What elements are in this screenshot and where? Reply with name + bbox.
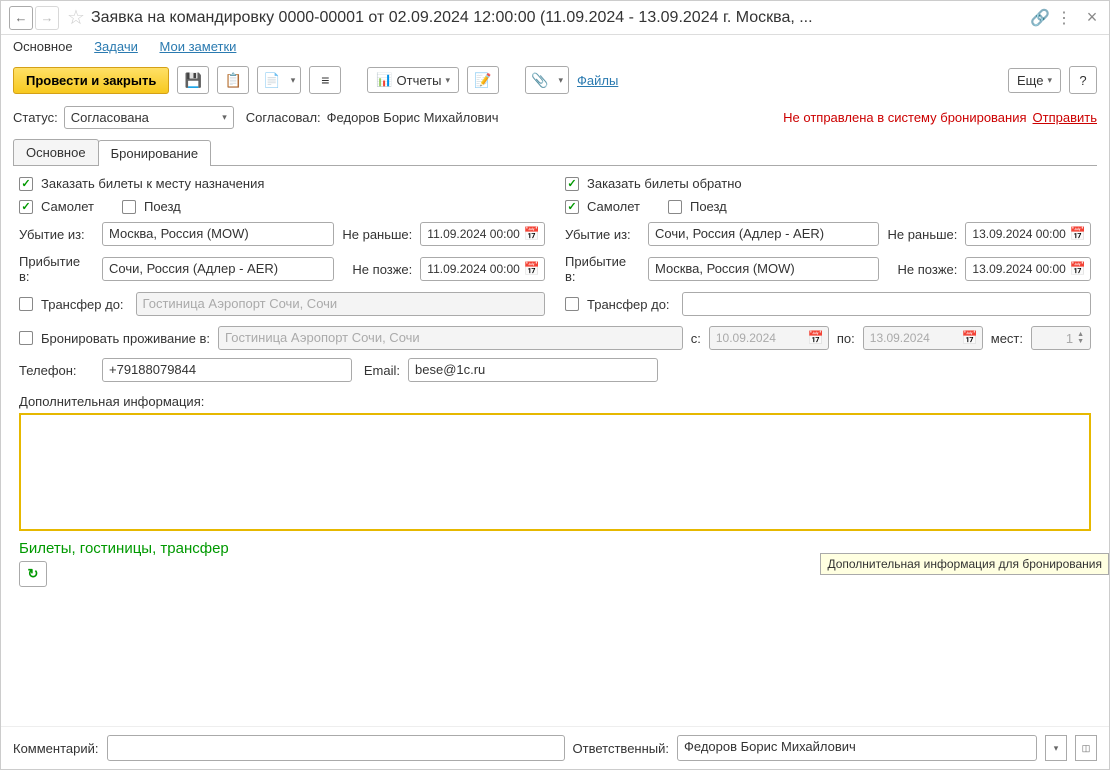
out-order-tickets-checkbox[interactable] — [19, 177, 33, 191]
ret-transfer-input[interactable] — [682, 292, 1091, 316]
calendar-icon[interactable]: 📅 — [524, 226, 540, 242]
calendar-icon: 📅 — [962, 330, 978, 346]
phone-input[interactable]: +79188079844 — [102, 358, 352, 382]
accom-from-date: 10.09.2024📅 — [709, 326, 829, 350]
ret-arrive-input[interactable]: Москва, Россия (MOW) — [648, 257, 879, 281]
list-button[interactable]: ≡ — [309, 66, 341, 94]
responsible-input[interactable]: Федоров Борис Михайлович — [677, 735, 1037, 761]
files-link[interactable]: Файлы — [577, 73, 618, 88]
status-select[interactable]: Согласована▾ — [64, 106, 234, 129]
close-icon[interactable]: × — [1083, 9, 1101, 27]
ret-plane-checkbox[interactable] — [565, 200, 579, 214]
responsible-dropdown[interactable]: ▾ — [1045, 735, 1067, 761]
accom-checkbox[interactable] — [19, 331, 33, 345]
addinfo-textarea[interactable] — [19, 413, 1091, 531]
comment-label: Комментарий: — [13, 741, 99, 756]
responsible-label: Ответственный: — [573, 741, 669, 756]
tooltip: Дополнительная информация для бронирован… — [820, 553, 1109, 575]
addinfo-label: Дополнительная информация: — [19, 394, 1091, 409]
save-button[interactable]: 💾 — [177, 66, 209, 94]
more-button[interactable]: Еще ▾ — [1008, 68, 1061, 93]
out-max-date[interactable]: 11.09.2024 00:00📅 — [420, 257, 545, 281]
accom-to-date: 13.09.2024📅 — [863, 326, 983, 350]
create-based-on-button[interactable]: 📄▾ — [257, 66, 301, 94]
calendar-icon[interactable]: 📅 — [524, 261, 540, 277]
refresh-button[interactable]: ↻ — [19, 561, 47, 587]
send-link[interactable]: Отправить — [1033, 110, 1097, 125]
ret-transfer-checkbox[interactable] — [565, 297, 579, 311]
post-button[interactable]: 📋 — [217, 66, 249, 94]
accom-places: 1 ▲▼ — [1031, 326, 1091, 350]
out-plane-checkbox[interactable] — [19, 200, 33, 214]
out-transfer-input: Гостиница Аэропорт Сочи, Сочи — [136, 292, 545, 316]
responsible-open[interactable]: ◫ — [1075, 735, 1097, 761]
comment-input[interactable] — [107, 735, 565, 761]
out-transfer-checkbox[interactable] — [19, 297, 33, 311]
help-button[interactable]: ? — [1069, 66, 1097, 94]
accom-input: Гостиница Аэропорт Сочи, Сочи — [218, 326, 683, 350]
link-icon[interactable]: 🔗 — [1031, 9, 1049, 27]
ret-depart-input[interactable]: Сочи, Россия (Адлер - AER) — [648, 222, 879, 246]
nav-main[interactable]: Основное — [13, 39, 73, 54]
out-min-date[interactable]: 11.09.2024 00:00📅 — [420, 222, 545, 246]
calendar-icon[interactable]: 📅 — [1070, 261, 1086, 277]
back-button[interactable]: ← — [9, 6, 33, 30]
forward-button[interactable]: → — [35, 6, 59, 30]
not-sent-warning: Не отправлена в систему бронирования — [783, 110, 1026, 125]
out-depart-input[interactable]: Москва, Россия (MOW) — [102, 222, 334, 246]
approved-by-value: Федоров Борис Михайлович — [327, 110, 499, 125]
out-train-checkbox[interactable] — [122, 200, 136, 214]
status-label: Статус: — [13, 110, 58, 125]
favorite-star-icon[interactable]: ☆ — [67, 5, 85, 30]
calendar-icon[interactable]: 📅 — [1070, 226, 1086, 242]
window-title: Заявка на командировку 0000-00001 от 02.… — [91, 9, 1025, 27]
post-and-close-button[interactable]: Провести и закрыть — [13, 67, 169, 94]
email-input[interactable]: bese@1c.ru — [408, 358, 658, 382]
reports-button[interactable]: 📊 Отчеты ▾ — [367, 67, 459, 93]
out-arrive-input[interactable]: Сочи, Россия (Адлер - AER) — [102, 257, 334, 281]
nav-notes[interactable]: Мои заметки — [159, 39, 236, 54]
attach-button[interactable]: 📎▾ — [525, 66, 569, 94]
ret-order-tickets-checkbox[interactable] — [565, 177, 579, 191]
ret-train-checkbox[interactable] — [668, 200, 682, 214]
ret-max-date[interactable]: 13.09.2024 00:00📅 — [965, 257, 1091, 281]
tab-main[interactable]: Основное — [13, 139, 99, 165]
nav-tasks[interactable]: Задачи — [94, 39, 138, 54]
calendar-icon: 📅 — [808, 330, 824, 346]
approved-by-label: Согласовал: — [246, 110, 321, 125]
ret-min-date[interactable]: 13.09.2024 00:00📅 — [965, 222, 1091, 246]
tab-booking[interactable]: Бронирование — [98, 140, 212, 166]
kebab-menu-icon[interactable]: ⋮ — [1055, 9, 1073, 27]
notes-icon-button[interactable]: 📝 — [467, 66, 499, 94]
